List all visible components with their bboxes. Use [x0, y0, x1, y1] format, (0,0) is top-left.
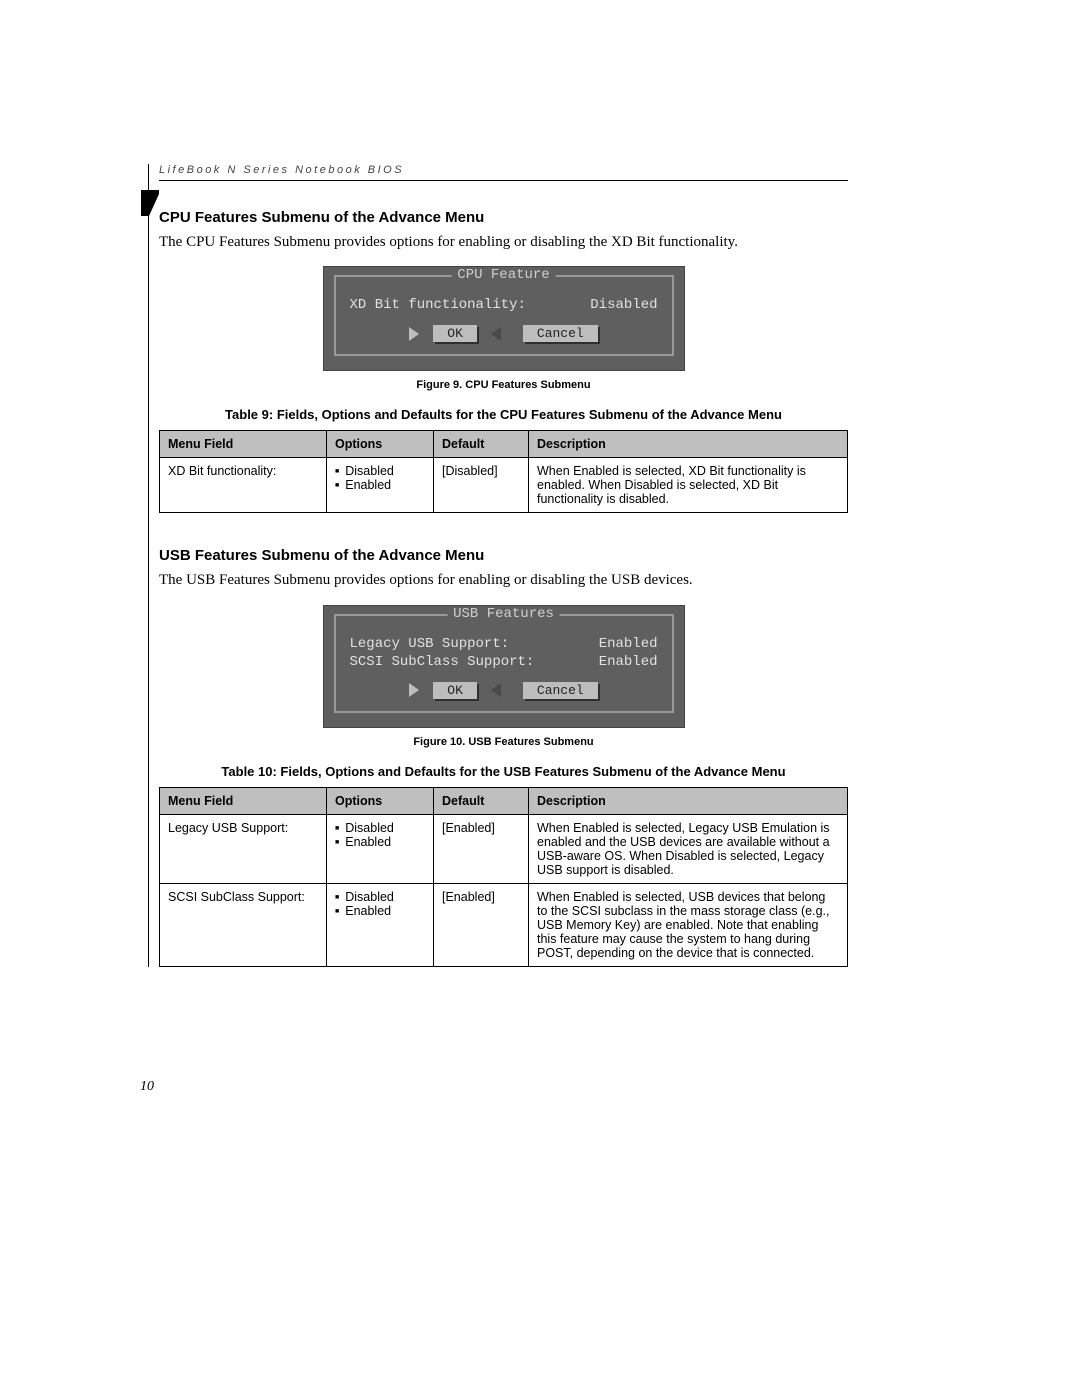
td-menu: SCSI SubClass Support:	[160, 883, 327, 966]
th-options: Options	[327, 431, 434, 458]
cpu-spec-table: Menu Field Options Default Description X…	[159, 430, 848, 513]
table-row: XD Bit functionality: Disabled Enabled […	[160, 458, 848, 513]
usb-bios-button-row: OK Cancel	[350, 682, 658, 699]
cpu-section-heading: CPU Features Submenu of the Advance Menu	[159, 209, 848, 226]
cpu-bios-row-value: Disabled	[590, 297, 657, 313]
th-description: Description	[529, 787, 848, 814]
cpu-bios-ok-button[interactable]: OK	[433, 325, 477, 342]
usb-bios-cancel-button[interactable]: Cancel	[523, 682, 598, 699]
list-item: Disabled	[335, 821, 425, 835]
cpu-bios-button-row: OK Cancel	[350, 325, 658, 342]
list-item: Enabled	[335, 835, 425, 849]
list-item: Disabled	[335, 464, 425, 478]
arrow-right-icon	[409, 683, 419, 697]
cpu-table-caption: Table 9: Fields, Options and Defaults fo…	[159, 407, 848, 422]
usb-section-heading: USB Features Submenu of the Advance Menu	[159, 547, 848, 564]
td-menu: Legacy USB Support:	[160, 814, 327, 883]
content-column: LifeBook N Series Notebook BIOS CPU Feat…	[148, 164, 848, 967]
table-header-row: Menu Field Options Default Description	[160, 431, 848, 458]
usb-bios-screenshot: USB Features Legacy USB Support: Enabled…	[323, 605, 685, 728]
list-item: Enabled	[335, 478, 425, 492]
usb-bios-row-label: Legacy USB Support:	[350, 636, 510, 652]
cpu-bios-cancel-button[interactable]: Cancel	[523, 325, 598, 342]
usb-bios-row-0: Legacy USB Support: Enabled	[350, 636, 658, 652]
cpu-bios-row-label: XD Bit functionality:	[350, 297, 526, 313]
usb-table-caption: Table 10: Fields, Options and Defaults f…	[159, 764, 848, 779]
td-description: When Enabled is selected, Legacy USB Emu…	[529, 814, 848, 883]
table-header-row: Menu Field Options Default Description	[160, 787, 848, 814]
td-options: Disabled Enabled	[327, 814, 434, 883]
td-options: Disabled Enabled	[327, 883, 434, 966]
arrow-right-icon	[409, 327, 419, 341]
table-row: SCSI SubClass Support: Disabled Enabled …	[160, 883, 848, 966]
th-default: Default	[434, 787, 529, 814]
usb-spec-table: Menu Field Options Default Description L…	[159, 787, 848, 967]
th-menu: Menu Field	[160, 431, 327, 458]
td-default: [Enabled]	[434, 883, 529, 966]
table-row: Legacy USB Support: Disabled Enabled [En…	[160, 814, 848, 883]
list-item: Disabled	[335, 890, 425, 904]
list-item: Enabled	[335, 904, 425, 918]
td-options: Disabled Enabled	[327, 458, 434, 513]
td-description: When Enabled is selected, USB devices th…	[529, 883, 848, 966]
usb-bios-row-label: SCSI SubClass Support:	[350, 654, 535, 670]
td-default: [Enabled]	[434, 814, 529, 883]
cpu-bios-title: CPU Feature	[451, 267, 555, 283]
usb-bios-title: USB Features	[447, 606, 560, 622]
usb-bios-ok-button[interactable]: OK	[433, 682, 477, 699]
arrow-left-icon	[491, 683, 501, 697]
arrow-left-icon	[491, 327, 501, 341]
td-description: When Enabled is selected, XD Bit functio…	[529, 458, 848, 513]
th-options: Options	[327, 787, 434, 814]
cpu-bios-row: XD Bit functionality: Disabled	[350, 297, 658, 313]
usb-figure-caption: Figure 10. USB Features Submenu	[159, 736, 848, 748]
th-default: Default	[434, 431, 529, 458]
td-menu: XD Bit functionality:	[160, 458, 327, 513]
usb-bios-row-1: SCSI SubClass Support: Enabled	[350, 654, 658, 670]
cpu-bios-screenshot: CPU Feature XD Bit functionality: Disabl…	[323, 266, 685, 371]
th-description: Description	[529, 431, 848, 458]
cpu-section-body: The CPU Features Submenu provides option…	[159, 232, 848, 252]
th-menu: Menu Field	[160, 787, 327, 814]
page-number: 10	[140, 1079, 154, 1095]
running-header: LifeBook N Series Notebook BIOS	[159, 164, 848, 181]
cpu-figure-caption: Figure 9. CPU Features Submenu	[159, 379, 848, 391]
usb-section-body: The USB Features Submenu provides option…	[159, 570, 848, 590]
td-default: [Disabled]	[434, 458, 529, 513]
page: LifeBook N Series Notebook BIOS CPU Feat…	[0, 0, 1080, 1397]
usb-bios-row-value: Enabled	[599, 636, 658, 652]
usb-bios-row-value: Enabled	[599, 654, 658, 670]
